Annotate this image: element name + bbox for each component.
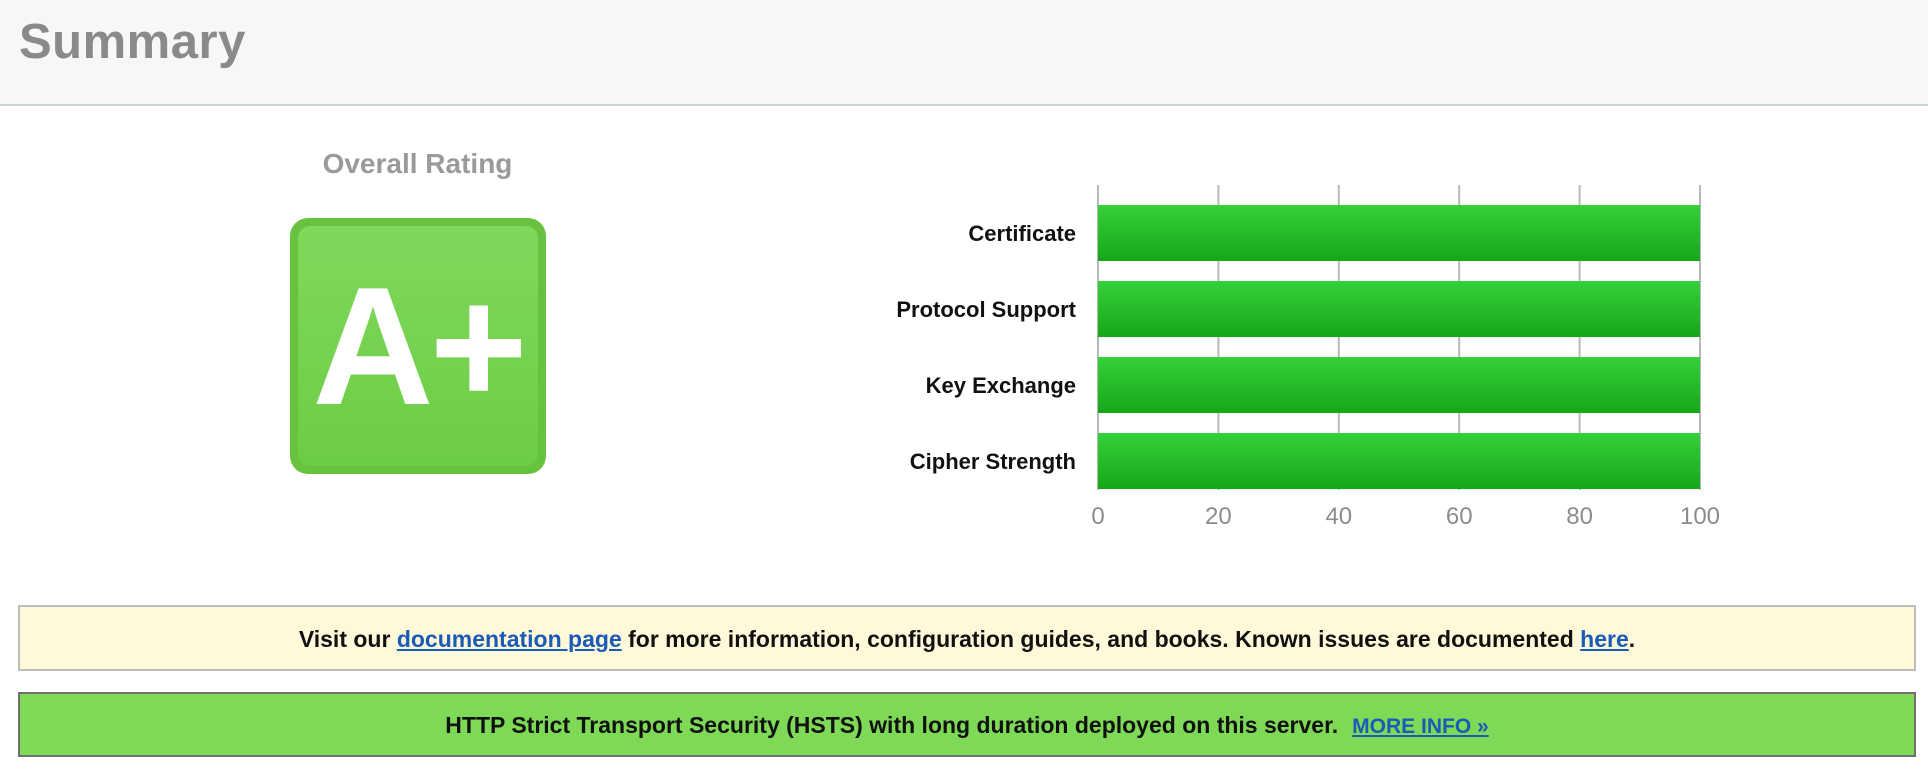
documentation-page-link[interactable]: documentation page	[397, 626, 622, 652]
category-label: Key Exchange	[926, 373, 1076, 398]
category-label: Certificate	[968, 221, 1076, 246]
summary-header: Summary	[0, 0, 1928, 106]
hsts-banner: HTTP Strict Transport Security (HSTS) wi…	[18, 692, 1916, 757]
x-tick-label: 20	[1205, 503, 1232, 530]
page-title: Summary	[19, 15, 246, 69]
category-label: Protocol Support	[896, 297, 1076, 322]
x-tick-label: 80	[1566, 503, 1593, 530]
documentation-banner: Visit our documentation page for more in…	[18, 605, 1916, 671]
bar-certificate	[1098, 205, 1700, 261]
bar-cipher-strength	[1098, 433, 1700, 489]
bar-key-exchange	[1098, 357, 1700, 413]
rating-bar-chart: 0 20 40 60 80 100 Certificate Protocol Support K…	[896, 185, 1720, 530]
known-issues-link[interactable]: here	[1580, 626, 1629, 652]
x-tick-label: 60	[1446, 503, 1473, 530]
category-label: Cipher Strength	[910, 449, 1076, 474]
grade-value: A+	[312, 252, 527, 440]
hsts-banner-text: HTTP Strict Transport Security (HSTS) wi…	[445, 712, 1339, 738]
doc-banner-suffix: .	[1628, 626, 1636, 652]
x-tick-label: 100	[1680, 503, 1720, 530]
bar-protocol-support	[1098, 281, 1700, 337]
doc-banner-middle: for more information, configuration guid…	[621, 626, 1581, 652]
x-tick-label: 40	[1325, 503, 1352, 530]
overall-rating-label: Overall Rating	[322, 148, 513, 179]
x-tick-label: 0	[1091, 503, 1104, 530]
doc-banner-prefix: Visit our	[298, 626, 397, 652]
grade-badge: A+	[290, 218, 546, 474]
more-info-link[interactable]: MORE INFO »	[1352, 715, 1489, 738]
